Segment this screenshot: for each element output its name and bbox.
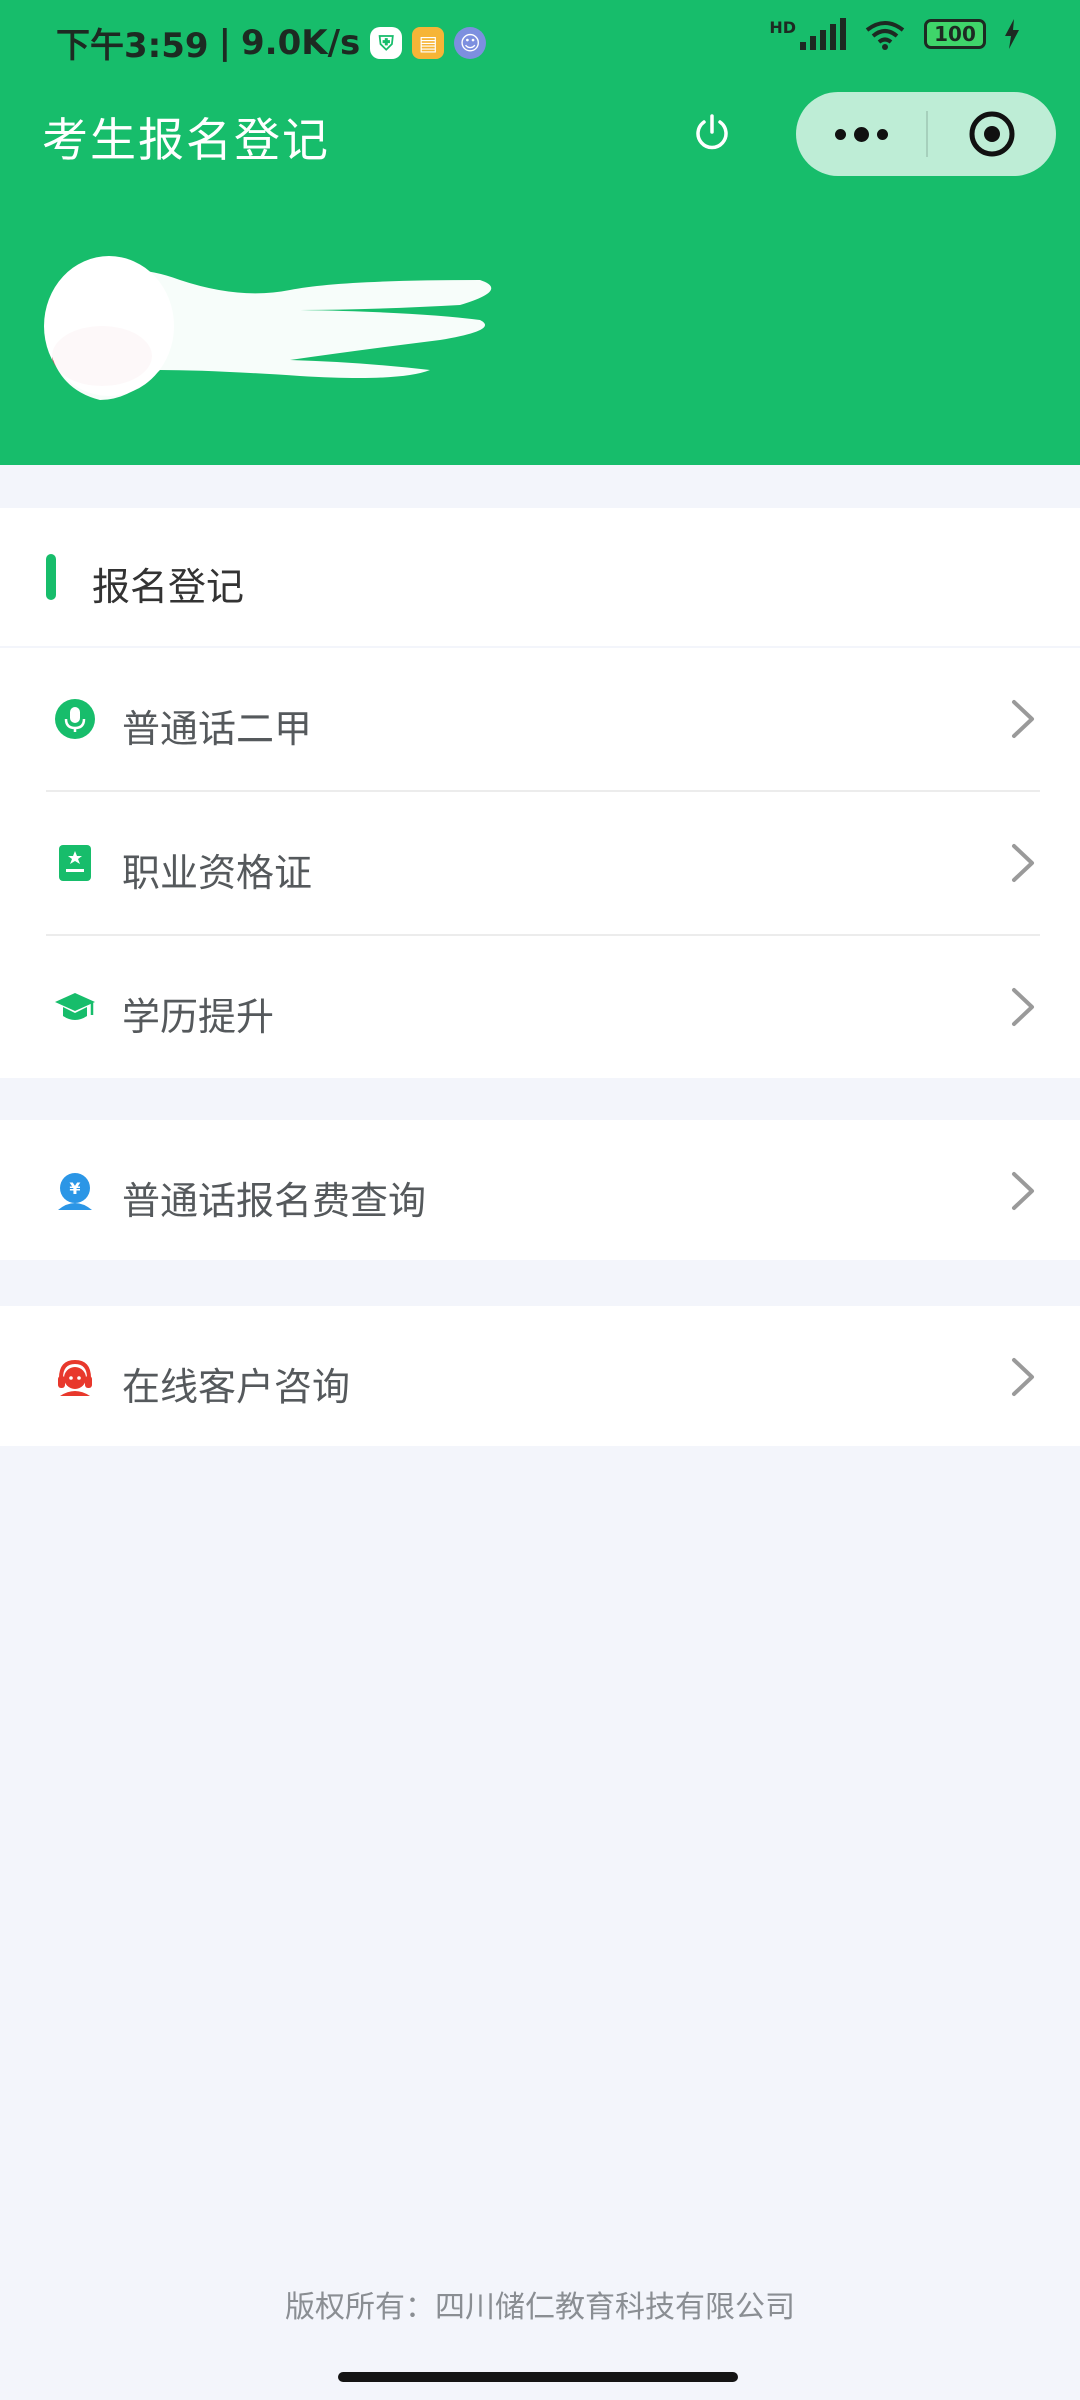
shield-icon: ⛨ bbox=[370, 26, 403, 59]
dot-icon bbox=[876, 128, 888, 140]
list-item-label: 在线客户咨询 bbox=[122, 1365, 351, 1409]
chevron-right-icon bbox=[1012, 1358, 1034, 1396]
battery-level: 100 bbox=[934, 22, 976, 46]
yuan-user-icon: ¥ bbox=[58, 1173, 92, 1210]
microphone-icon bbox=[55, 699, 95, 739]
power-icon[interactable] bbox=[688, 110, 736, 158]
dot-icon bbox=[853, 126, 869, 142]
list-item-qualification[interactable]: 职业资格证 bbox=[0, 792, 1080, 934]
signal-icon bbox=[800, 18, 846, 50]
list-item-label: 普通话二甲 bbox=[122, 707, 313, 751]
cat-app-icon: ☺ bbox=[454, 26, 487, 59]
status-time: 下午3:59 bbox=[56, 26, 209, 66]
list-item-label: 职业资格证 bbox=[122, 851, 313, 895]
header: 下午3:59 | 9.0K/s ⛨ ▤ ☺ HD 100 考生报名登记 bbox=[0, 0, 1080, 465]
battery-indicator: 100 bbox=[924, 19, 986, 49]
dot-icon bbox=[834, 128, 846, 140]
list-item-label: 普通话报名费查询 bbox=[122, 1179, 427, 1223]
wifi-icon bbox=[865, 21, 905, 50]
status-network-speed: 9.0K/s bbox=[241, 22, 361, 63]
list-item-fee-query[interactable]: ¥ 普通话报名费查询 bbox=[0, 1120, 1080, 1262]
list-item-putonghua[interactable]: 普通话二甲 bbox=[0, 648, 1080, 790]
list-item-education[interactable]: 学历提升 bbox=[0, 936, 1080, 1078]
list-item-label: 学历提升 bbox=[122, 995, 275, 1039]
chevron-right-icon bbox=[1012, 844, 1034, 882]
status-separator: | bbox=[218, 22, 231, 63]
close-miniprogram-button[interactable] bbox=[928, 92, 1056, 176]
section-title: 报名登记 bbox=[92, 565, 245, 609]
svg-text:¥: ¥ bbox=[69, 1179, 80, 1198]
customer-service-card: 在线客户咨询 bbox=[0, 1306, 1080, 1446]
target-close-icon bbox=[969, 111, 1015, 157]
miniprogram-capsule bbox=[796, 92, 1056, 176]
charging-icon bbox=[1005, 19, 1019, 49]
status-bar: 下午3:59 | 9.0K/s ⛨ ▤ ☺ HD 100 bbox=[0, 0, 1080, 80]
copyright-footer: 版权所有：四川储仁教育科技有限公司 bbox=[285, 2290, 795, 2325]
section-accent-bar bbox=[46, 554, 56, 600]
section-header-card: 报名登记 bbox=[0, 508, 1080, 646]
graduation-cap-icon bbox=[55, 993, 95, 1020]
fee-query-card: ¥ 普通话报名费查询 bbox=[0, 1120, 1080, 1260]
certificate-icon bbox=[59, 845, 91, 881]
registration-list: 普通话二甲 职业资格证 学历提升 bbox=[0, 648, 1080, 1078]
redaction-scribble bbox=[50, 270, 492, 400]
list-item-customer-service[interactable]: 在线客户咨询 bbox=[0, 1306, 1080, 1448]
chevron-right-icon bbox=[1012, 1172, 1034, 1210]
home-indicator[interactable] bbox=[338, 2372, 738, 2382]
more-button[interactable] bbox=[796, 92, 926, 176]
page-title: 考生报名登记 bbox=[42, 113, 330, 167]
headset-icon bbox=[58, 1359, 92, 1396]
hd-label: HD bbox=[769, 17, 796, 37]
chevron-right-icon bbox=[1012, 988, 1034, 1026]
notes-app-icon: ▤ bbox=[412, 26, 445, 59]
chevron-right-icon bbox=[1012, 700, 1034, 738]
